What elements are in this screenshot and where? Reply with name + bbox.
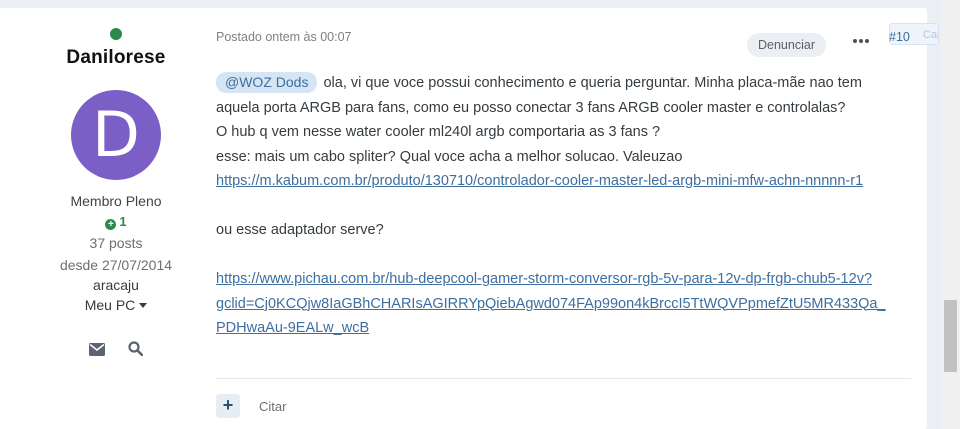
search-icon[interactable] [128, 341, 144, 361]
pichau-link-continued[interactable]: gclid=Cj0KCQjw8IaGBhCHARIsAGIRRYpQiebAgw… [216, 296, 886, 312]
post-number[interactable]: #10 [889, 30, 910, 44]
post-timestamp[interactable]: Postado ontem às 00:07 [216, 30, 352, 44]
report-button[interactable]: Denunciar [747, 33, 826, 57]
content-line: O hub q vem nesse water cooler ml240l ar… [216, 124, 661, 140]
content-line: @WOZ Dods ola, vi que voce possui conhec… [216, 71, 916, 96]
author-location: aracaju [93, 277, 139, 293]
author-panel: Danilorese D Membro Pleno +1 37 posts de… [0, 8, 232, 429]
content-line: PDHwaAu-9EALw_wcB [216, 316, 916, 341]
envelope-icon[interactable] [89, 343, 106, 361]
join-date: desde 27/07/2014 [59, 257, 173, 273]
content-line: esse: mais um cabo spliter? Qual voce ac… [216, 148, 683, 165]
content-text: ola, vi que voce possui conhecimento e q… [319, 75, 862, 91]
more-options-icon[interactable] [853, 30, 871, 48]
my-pc-label: Meu PC [84, 297, 136, 313]
my-pc-dropdown[interactable]: Meu PC [0, 296, 232, 314]
content-line: ou esse adaptador serve? [216, 222, 384, 238]
kabum-link[interactable]: https://m.kabum.com.br/produto/130710/co… [216, 173, 863, 189]
plus-circle-icon: + [105, 219, 117, 230]
content-line: aquela porta ARGB para fans, como eu pos… [216, 99, 846, 116]
content-line: https://m.kabum.com.br/produto/130710/co… [216, 169, 916, 194]
reputation-badge: +1 [0, 213, 232, 231]
pichau-link[interactable]: https://www.pichau.com.br/hub-deepcool-g… [216, 271, 872, 287]
multiquote-add-button[interactable]: + [216, 394, 240, 418]
scrollbar-thumb[interactable] [944, 300, 957, 372]
content-line: gclid=Cj0KCQjw8IaGBhCHARIsAGIRRYpQiebAgw… [216, 292, 916, 317]
author-rank: Membro Pleno [70, 193, 162, 209]
quote-button[interactable]: Citar [259, 399, 286, 414]
content-line: https://www.pichau.com.br/hub-deepcool-g… [216, 267, 916, 292]
post-divider [216, 378, 911, 379]
avatar[interactable]: D [71, 90, 161, 180]
post-card: Danilorese D Membro Pleno +1 37 posts de… [0, 8, 939, 429]
online-status-indicator [110, 28, 122, 40]
pichau-link-end[interactable]: PDHwaAu-9EALw_wcB [216, 320, 369, 336]
post-content: @WOZ Dods ola, vi que voce possui conhec… [216, 71, 916, 341]
caret-down-icon [139, 303, 148, 308]
user-mention[interactable]: @WOZ Dods [216, 72, 318, 93]
reputation-count: 1 [119, 214, 127, 229]
author-name[interactable]: Danilorese [0, 47, 232, 69]
post-count: 37 posts [89, 235, 143, 251]
author-actions [0, 341, 232, 361]
